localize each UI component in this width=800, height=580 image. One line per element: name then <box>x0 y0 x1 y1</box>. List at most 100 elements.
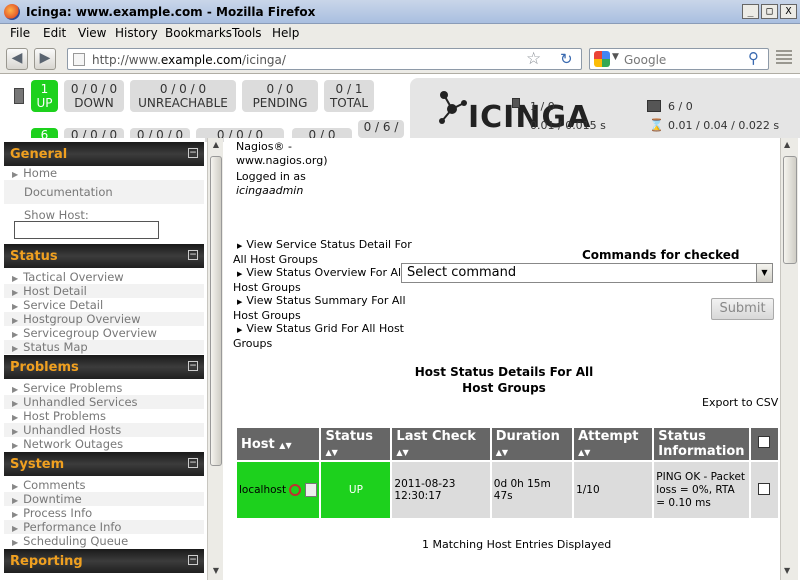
host-detail-icon[interactable] <box>304 483 317 497</box>
sidebar-item-documentation[interactable]: Documentation <box>4 180 204 204</box>
window-title: Icinga: www.example.com - Mozilla Firefo… <box>26 5 316 19</box>
select-all-checkbox[interactable] <box>750 428 778 460</box>
sidebar-item-service-problems[interactable]: ▶ Service Problems <box>4 381 204 395</box>
link-status-grid[interactable]: ▶ View Status Grid For All Host Groups <box>233 322 404 351</box>
sidebar-section-problems[interactable]: Problems − <box>4 355 204 379</box>
sort-icon: ▲▼ <box>325 448 338 457</box>
menu-tools[interactable]: Tools <box>232 26 262 40</box>
collapse-icon[interactable]: − <box>188 458 198 468</box>
sidebar-item-performance-info[interactable]: ▶ Performance Info <box>4 520 204 534</box>
summary-total[interactable]: 0 / 1 TOTAL <box>324 80 374 112</box>
scroll-down-icon[interactable]: ▼ <box>784 566 790 575</box>
url-text[interactable]: http://www.example.com/icinga/ <box>92 53 286 67</box>
debian-logo-icon <box>289 484 302 496</box>
sidebar-section-general[interactable]: General − <box>4 142 204 166</box>
scroll-up-icon[interactable]: ▲ <box>210 140 222 152</box>
table-row: localhost UP 2011-08-23 12:30:17 0d 0h 1… <box>237 462 778 518</box>
collapse-icon[interactable]: − <box>188 148 198 158</box>
menu-file[interactable]: File <box>10 26 30 40</box>
sidebar-section-status[interactable]: Status − <box>4 244 204 268</box>
column-status[interactable]: Status ▲▼ <box>321 428 391 460</box>
sort-icon: ▲▼ <box>495 448 509 457</box>
summary-unreachable[interactable]: 0 / 0 / 0 UNREACHABLE <box>130 80 236 112</box>
scroll-up-icon[interactable]: ▲ <box>784 140 790 149</box>
window-titlebar: Icinga: www.example.com - Mozilla Firefo… <box>0 0 800 24</box>
sidebar-item-unhandled-hosts[interactable]: ▶ Unhandled Hosts <box>4 423 204 437</box>
close-button[interactable]: X <box>780 4 797 19</box>
maximize-button[interactable]: □ <box>761 4 778 19</box>
summary-pending[interactable]: 0 / 0 PENDING <box>242 80 318 112</box>
export-csv-link[interactable]: Export to CSV <box>702 396 778 409</box>
link-status-overview[interactable]: ▶ View Status Overview For All Host Group… <box>233 266 404 295</box>
collapse-icon[interactable]: − <box>188 361 198 371</box>
sidebar-item-scheduling-queue[interactable]: ▶ Scheduling Queue <box>4 534 204 548</box>
sidebar-scrollbar[interactable]: ▲ ▼ <box>207 138 223 580</box>
chevron-down-icon[interactable]: ▼ <box>612 52 619 62</box>
menu-history[interactable]: History <box>115 26 158 40</box>
sidebar-item-network-outages[interactable]: ▶ Network Outages <box>4 437 204 451</box>
host-check-stats: 1 / 0 <box>530 100 555 113</box>
main-frame: Nagios® - www.nagios.org) Logged in as i… <box>224 138 780 580</box>
sidebar-item-unhandled-services[interactable]: ▶ Unhandled Services <box>4 395 204 409</box>
sidebar-item-tactical-overview[interactable]: ▶ Tactical Overview <box>4 270 204 284</box>
host-name-link[interactable]: localhost <box>239 484 286 496</box>
sidebar-item-home[interactable]: ▶ Home <box>4 166 204 180</box>
bookmark-star-icon[interactable]: ☆ <box>526 49 541 69</box>
sidebar-item-hostgroup-overview[interactable]: ▶ Hostgroup Overview <box>4 312 204 326</box>
service-summary-total[interactable]: 0 / 6 / <box>358 120 404 138</box>
main-scrollbar[interactable]: ▲ ▼ <box>780 138 798 580</box>
menu-edit[interactable]: Edit <box>43 26 66 40</box>
link-status-summary[interactable]: ▶ View Status Summary For All Host Groups <box>233 294 406 323</box>
toolbar-grip-icon <box>776 48 796 70</box>
host-status-title: Host Status Details For All Host Groups <box>414 365 594 395</box>
sidebar-item-downtime[interactable]: ▶ Downtime <box>4 492 204 506</box>
column-last-check[interactable]: Last Check ▲▼ <box>392 428 490 460</box>
sidebar-item-host-problems[interactable]: ▶ Host Problems <box>4 409 204 423</box>
scroll-down-icon[interactable]: ▼ <box>210 566 222 578</box>
link-service-status-detail[interactable]: ▶ View Service Status Detail For All Host… <box>233 238 412 267</box>
summary-down[interactable]: 0 / 0 / 0 DOWN <box>64 80 124 112</box>
service-check-stats: 6 / 0 <box>668 100 693 113</box>
back-button[interactable]: ◀ <box>6 48 28 70</box>
navigation-toolbar: ◀ ▶ http://www.example.com/icinga/ ☆ ↻ ▼… <box>0 44 800 74</box>
column-duration[interactable]: Duration ▲▼ <box>491 428 573 460</box>
forward-button[interactable]: ▶ <box>34 48 56 70</box>
minimize-button[interactable]: _ <box>742 4 759 19</box>
summary-up[interactable]: 1 UP <box>31 80 58 112</box>
server-icon <box>14 88 24 104</box>
sidebar-section-system[interactable]: System − <box>4 452 204 476</box>
google-icon[interactable] <box>594 51 610 67</box>
table-header-row: Host ▲▼ Status ▲▼ Last Check ▲▼ Duration… <box>237 428 778 460</box>
sidebar-item-comments[interactable]: ▶ Comments <box>4 478 204 492</box>
sidebar-item-service-detail[interactable]: ▶ Service Detail <box>4 298 204 312</box>
sidebar-scroll-thumb[interactable] <box>210 156 222 466</box>
submit-button[interactable]: Submit <box>711 298 774 320</box>
reload-icon[interactable]: ↻ <box>560 50 573 68</box>
column-attempt[interactable]: Attempt ▲▼ <box>574 428 653 460</box>
show-host-input[interactable] <box>14 221 159 239</box>
menu-bookmarks[interactable]: Bookmarks <box>165 26 232 40</box>
sidebar-item-servicegroup-overview[interactable]: ▶ Servicegroup Overview <box>4 326 204 340</box>
chevron-down-icon[interactable]: ▼ <box>756 264 772 282</box>
forward-arrow-icon: ▶ <box>39 50 51 66</box>
menu-view[interactable]: View <box>78 26 106 40</box>
sidebar-section-reporting[interactable]: Reporting − <box>4 549 204 573</box>
search-icon[interactable]: ⚲ <box>748 49 759 67</box>
main-scroll-thumb[interactable] <box>783 156 797 264</box>
collapse-icon[interactable]: − <box>188 250 198 260</box>
duration-cell: 0d 0h 15m 47s <box>491 462 573 518</box>
row-checkbox[interactable] <box>750 462 778 518</box>
collapse-icon[interactable]: − <box>188 555 198 565</box>
column-status-information: Status Information <box>654 428 749 460</box>
column-host[interactable]: Host ▲▼ <box>237 428 320 460</box>
command-select[interactable]: Select command ▼ <box>401 263 773 283</box>
back-arrow-icon: ◀ <box>11 50 23 66</box>
sidebar-item-status-map[interactable]: ▶ Status Map <box>4 340 204 354</box>
nagios-link[interactable]: www.nagios.org) <box>236 154 328 168</box>
address-bar[interactable]: http://www.example.com/icinga/ ☆ ↻ <box>67 48 582 70</box>
sidebar-item-process-info[interactable]: ▶ Process Info <box>4 506 204 520</box>
sidebar-item-host-detail[interactable]: ▶ Host Detail <box>4 284 204 298</box>
arrow-right-icon: ▶ <box>237 326 243 334</box>
menu-help[interactable]: Help <box>272 26 299 40</box>
search-bar[interactable]: ▼ Google ⚲ <box>589 48 769 70</box>
